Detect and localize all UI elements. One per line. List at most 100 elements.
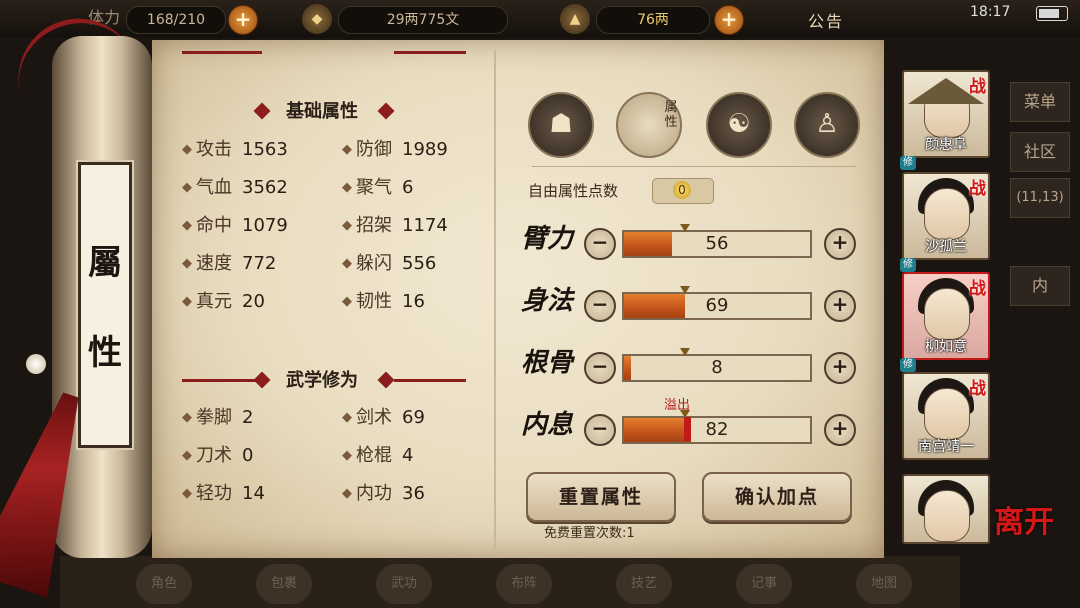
nav-skills[interactable]: 武功	[376, 564, 432, 604]
stat-lightness: ◆ 轻功 14	[182, 482, 265, 508]
hero-portrait	[924, 388, 970, 440]
inner-breath-bar: 82	[622, 410, 812, 444]
inner-breath-minus-button[interactable]: −	[584, 414, 616, 446]
stat-speed: ◆ 速度 772	[182, 252, 276, 278]
reset-attributes-button[interactable]: 重置属性	[526, 472, 676, 522]
hero-card[interactable]: 战 南宫靖一	[902, 372, 990, 460]
battery-icon	[1036, 6, 1068, 21]
diamond-icon: ◆	[182, 294, 192, 309]
nav-arts[interactable]: 技艺	[616, 564, 672, 604]
community-button[interactable]: 社区	[1010, 132, 1070, 172]
diamond-icon: ◆	[182, 142, 192, 157]
diamond-icon: ◆	[342, 448, 352, 463]
gold-counter: 76两	[596, 6, 710, 34]
silver-counter: 29两775文	[338, 6, 508, 34]
title-ornament	[394, 51, 466, 54]
tab-attributes-label: 属性	[664, 100, 678, 130]
stat-label: 拳脚	[196, 407, 232, 428]
nav-bag[interactable]: 包裹	[256, 564, 312, 604]
nav-map[interactable]: 地图	[856, 564, 912, 604]
nav-role[interactable]: 角色	[136, 564, 192, 604]
add-energy-button[interactable]: +	[228, 5, 258, 35]
title-ornament	[182, 51, 262, 54]
stat-label: 真元	[196, 291, 232, 312]
confirm-points-button[interactable]: 确认加点	[702, 472, 852, 522]
free-points-label: 自由属性点数	[528, 182, 619, 200]
hero-card[interactable]: 战 沙孤兰	[902, 172, 990, 260]
constitution-plus-button[interactable]: +	[824, 352, 856, 384]
stat-attack: ◆ 攻击 1563	[182, 138, 288, 164]
title-diamond-icon	[253, 102, 271, 120]
stat-fist: ◆ 拳脚 2	[182, 406, 253, 432]
stat-value: 69	[402, 407, 425, 428]
stat-inner-art: ◆ 内功 36	[342, 482, 425, 508]
agility-plus-button[interactable]: +	[824, 290, 856, 322]
constitution-bar: 8	[622, 348, 812, 382]
nav-formation[interactable]: 布阵	[496, 564, 552, 604]
stat-toughness: ◆ 韧性 16	[342, 290, 425, 316]
stat-value: 2	[242, 407, 254, 428]
tab-meridian-figure-icon[interactable]: ♙	[794, 92, 860, 158]
hero-name: 颜惠阜	[925, 137, 967, 153]
tab-bagua-icon[interactable]: ☯	[706, 92, 772, 158]
hero-name: 南宫靖一	[918, 439, 974, 455]
clock: 18:17	[970, 4, 1011, 20]
tab-attributes-icon[interactable]: 属性	[616, 92, 682, 158]
stat-value: 20	[242, 291, 265, 312]
tab-hero-portrait-icon[interactable]: ☗	[528, 92, 594, 158]
title-ornament	[182, 379, 262, 382]
agility-bar-marker	[680, 286, 691, 294]
stat-label: 聚气	[356, 177, 392, 198]
diamond-icon: ◆	[342, 256, 352, 271]
stat-label: 气血	[196, 177, 232, 198]
stat-value: 14	[242, 483, 265, 504]
stat-chi-gather: ◆ 聚气 6	[342, 176, 413, 202]
stat-dodge: ◆ 躲闪 556	[342, 252, 436, 278]
hero-card-selected[interactable]: 战 柳如意	[902, 272, 990, 360]
stat-label: 躲闪	[356, 253, 392, 274]
hero-tag-icon: 修	[900, 156, 916, 170]
stat-value: 1563	[242, 139, 288, 160]
add-gold-button[interactable]: +	[714, 5, 744, 35]
agility-minus-button[interactable]: −	[584, 290, 616, 322]
strength-bar: 56	[622, 224, 812, 258]
map-coords: (11,13)	[1010, 178, 1070, 218]
diamond-icon: ◆	[182, 486, 192, 501]
battle-badge: 战	[969, 77, 986, 97]
hero-name: 柳如意	[925, 339, 967, 355]
constitution-value: 8	[711, 357, 723, 378]
stat-label: 剑术	[356, 407, 392, 428]
stat-label: 防御	[356, 139, 392, 160]
hero-card[interactable]: 战 颜惠阜	[902, 70, 990, 158]
strength-plus-button[interactable]: +	[824, 228, 856, 260]
strength-minus-button[interactable]: −	[584, 228, 616, 260]
title-diamond-icon	[377, 102, 395, 120]
free-points-box: 0	[652, 178, 714, 204]
stat-label: 枪棍	[356, 445, 392, 466]
stat-defense: ◆ 防御 1989	[342, 138, 448, 164]
title-diamond-icon	[377, 371, 395, 389]
stat-label: 攻击	[196, 139, 232, 160]
diamond-icon: ◆	[342, 218, 352, 233]
diamond-icon: ◆	[182, 410, 192, 425]
free-points-value: 0	[673, 181, 691, 199]
silver-icon: ◆	[302, 4, 332, 34]
battle-badge: 战	[969, 179, 986, 199]
stat-value: 772	[242, 253, 277, 274]
diamond-icon: ◆	[182, 218, 192, 233]
energy-counter: 168/210	[126, 6, 226, 34]
notice-button[interactable]: 公告	[808, 8, 844, 32]
menu-button[interactable]: 菜单	[1010, 82, 1070, 122]
constitution-minus-button[interactable]: −	[584, 352, 616, 384]
diamond-icon: ◆	[342, 486, 352, 501]
stat-value: 0	[242, 445, 254, 466]
inner-breath-plus-button[interactable]: +	[824, 414, 856, 446]
nav-journal[interactable]: 记事	[736, 564, 792, 604]
strength-bar-marker	[680, 224, 691, 232]
leave-button[interactable]: 离开	[994, 508, 1054, 572]
hero-card[interactable]	[902, 474, 990, 544]
attr-name-constitution: 根骨	[520, 348, 573, 378]
stat-label: 韧性	[356, 291, 392, 312]
diamond-icon: ◆	[182, 448, 192, 463]
tassel-bead-icon	[26, 354, 46, 374]
